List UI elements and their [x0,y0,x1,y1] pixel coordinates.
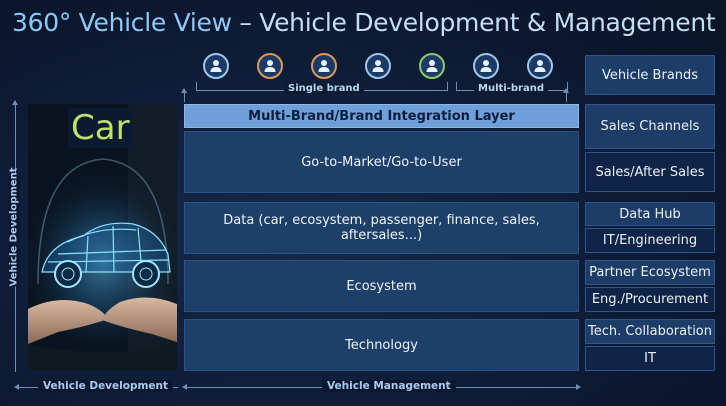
sales-after-sales-box: Sales/After Sales [585,152,715,192]
title-accent: 360° Vehicle View [12,8,232,37]
bracket-left-arrow-line [184,92,185,102]
it-engineering-box: IT/Engineering [585,228,715,253]
bottom-axis-right-arrow-left [182,384,187,390]
brand-person-icon [257,53,283,79]
bottom-axis-right-arrow-right [576,384,581,390]
bracket-right-arrow [563,88,569,93]
brand-person-icon [527,53,553,79]
vertical-axis-arrow [12,100,18,105]
partner-ecosystem-box: Partner Ecosystem [585,260,715,285]
slide: 360° Vehicle View – Vehicle Development … [0,0,726,406]
brand-person-icon [311,53,337,79]
vertical-axis-label: Vehicle Development [8,167,20,287]
multi-brand-label: Multi-brand [474,83,548,94]
page-title: 360° Vehicle View – Vehicle Development … [12,8,716,37]
single-brand-label: Single brand [284,83,364,94]
gtm-layer: Go-to-Market/Go-to-User [184,131,579,193]
bottom-axis-left-arrow [14,384,19,390]
brand-person-icon [203,53,229,79]
vehicle-brands-box: Vehicle Brands [585,55,715,95]
brand-person-icon [365,53,391,79]
data-hub-box: Data Hub [585,202,715,226]
technology-layer: Technology [184,319,579,371]
bottom-left-label: Vehicle Development [38,380,174,392]
bottom-right-label: Vehicle Management [322,380,456,392]
integration-layer: Multi-Brand/Brand Integration Layer [184,104,579,128]
brand-person-icon [419,53,445,79]
title-rest: – Vehicle Development & Management [231,8,716,37]
bracket-left-arrow [181,88,187,93]
bracket-right-arrow-line [566,92,567,102]
data-layer: Data (car, ecosystem, passenger, finance… [184,202,579,254]
it-box: IT [585,346,715,371]
sales-channels-box: Sales Channels [585,104,715,149]
ecosystem-layer: Ecosystem [184,260,579,312]
brand-person-icon [473,53,499,79]
eng-procurement-box: Eng./Procurement [585,287,715,312]
tech-collaboration-box: Tech. Collaboration [585,319,715,344]
car-label: Car [68,108,133,148]
